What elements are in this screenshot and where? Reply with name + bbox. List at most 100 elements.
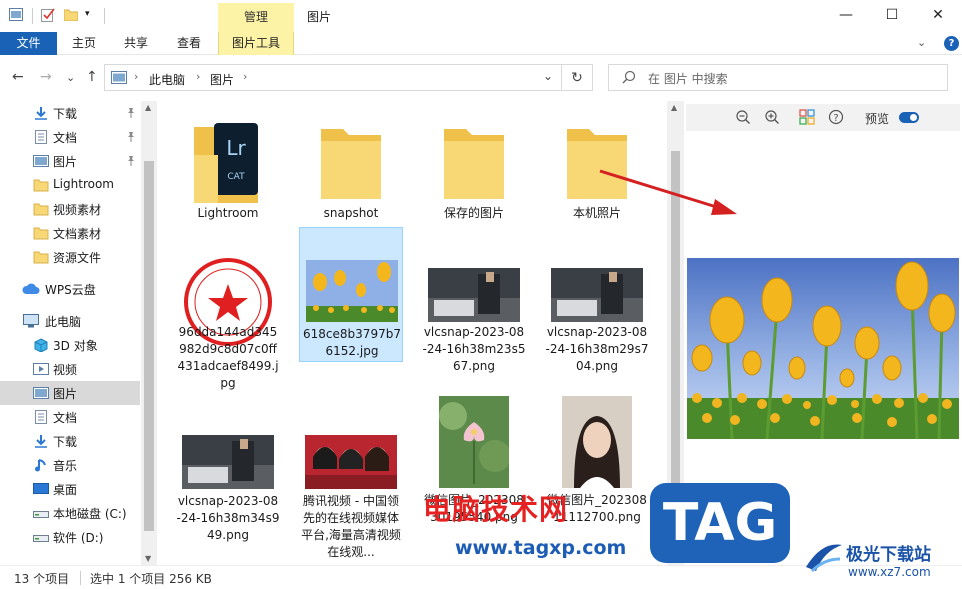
lightroom-folder-icon: Lr CAT (192, 115, 264, 205)
sidebar-item-label: 图片 (53, 387, 78, 401)
sidebar-scrollbar[interactable]: ▲ ▼ (141, 101, 157, 565)
refresh-button[interactable]: ↻ (562, 64, 593, 91)
tab-share[interactable]: 共享 (116, 32, 156, 55)
file-item[interactable]: vlcsnap-2023-08-24-16h38m34s949.png (176, 396, 280, 565)
ribbon-expand-icon[interactable]: ⌄ (917, 36, 926, 49)
preview-toggle[interactable] (899, 112, 919, 123)
sidebar-item-label: 文档素材 (53, 227, 102, 241)
window-title: 图片 (307, 10, 332, 24)
sidebar-item-label: WPS云盘 (45, 283, 96, 297)
address-bar[interactable]: › 此电脑 › 图片 › ⌄ (104, 64, 562, 91)
preview-help-icon[interactable]: ? (827, 109, 845, 127)
sidebar-item[interactable]: 下载 (0, 101, 140, 125)
ribbon-tabs: 文件 主页 共享 查看 图片工具 ⌄ ? (0, 32, 962, 55)
file-list: Lr CAT Lightroom snapshot 保存的图片 本机照片 96dda144a… (157, 101, 667, 565)
file-item[interactable]: 保存的图片 (422, 101, 526, 226)
address-dropdown-icon[interactable]: ⌄ (543, 69, 553, 83)
file-item[interactable]: snapshot (299, 101, 403, 226)
sidebar-item[interactable]: 软件 (D:) (0, 525, 140, 549)
navigation-pane: 下载 文档 图片 Lightroom 视频素材 文档素材 资源文件 WPS云盘 此电脑 3D 对象… (0, 101, 157, 565)
file-item[interactable]: 618ce8b3797b76152.jpg (299, 227, 403, 362)
sidebar-item-label: 视频 (53, 363, 78, 377)
file-item[interactable]: 96dda144ad345982d9c8d07c0ff431adcaef8499… (176, 226, 280, 396)
sidebar-scroll-thumb[interactable] (144, 161, 154, 531)
watermark-site-name: 电脑技术网 (423, 493, 569, 526)
video-icon (33, 362, 49, 376)
tab-view[interactable]: 查看 (169, 32, 209, 55)
video-frame-thumbnail (428, 268, 520, 322)
zoom-in-icon[interactable] (763, 109, 781, 127)
status-selection: 选中 1 个项目 256 KB (90, 572, 212, 586)
people-thumbnail (305, 435, 397, 489)
maximize-button[interactable]: ☐ (869, 0, 915, 30)
sidebar-item[interactable]: 视频素材 (0, 197, 140, 221)
watermark-logo-url: www.xz7.com (848, 565, 931, 579)
pictures-icon (33, 154, 49, 168)
svg-text:?: ? (833, 113, 838, 124)
sidebar-item[interactable]: WPS云盘 (0, 277, 140, 301)
sidebar-item-label: 本地磁盘 (C:) (53, 507, 127, 521)
folder-icon (319, 119, 383, 201)
file-item[interactable]: Lr CAT Lightroom (176, 101, 280, 226)
video-frame-thumbnail (182, 435, 274, 489)
sidebar-item[interactable]: 桌面 (0, 477, 140, 501)
sidebar-item[interactable]: 本地磁盘 (C:) (0, 501, 140, 525)
file-name: vlcsnap-2023-08-24-16h38m29s704.png (545, 325, 649, 373)
file-name: 96dda144ad345982d9c8d07c0ff431adcaef8499… (177, 325, 279, 390)
tab-file[interactable]: 文件 (0, 32, 57, 55)
up-arrow-icon[interactable]: ↑ (86, 69, 98, 85)
cloud-icon (22, 282, 40, 296)
sidebar-item[interactable]: Lightroom (0, 173, 140, 197)
back-arrow-icon[interactable]: ← (12, 69, 24, 85)
sidebar-item[interactable]: 图片 (0, 149, 140, 173)
tulips-thumbnail (306, 260, 398, 322)
drive-icon (33, 530, 49, 544)
sidebar-item-label: 软件 (D:) (53, 531, 104, 545)
help-icon[interactable]: ? (944, 36, 959, 51)
new-folder-icon[interactable] (63, 8, 79, 22)
sidebar-item[interactable]: 文档 (0, 405, 140, 429)
breadcrumb-this-pc[interactable]: 此电脑 (149, 71, 185, 88)
svg-text:CAT: CAT (227, 172, 245, 182)
sidebar-item[interactable]: 此电脑 (0, 309, 140, 333)
minimize-button[interactable]: — (823, 0, 869, 30)
sidebar-item[interactable]: 音乐 (0, 453, 140, 477)
context-tab-manage[interactable]: 管理 (218, 3, 294, 32)
breadcrumb-separator: › (134, 70, 139, 83)
pin-icon (126, 107, 136, 121)
file-name: 腾讯视频 - 中国领先的在线视频媒体平台,海量高清视频在线观... (301, 494, 401, 559)
tab-picture-tools[interactable]: 图片工具 (218, 32, 294, 55)
pictures-location-icon (111, 71, 127, 87)
cube-3d-icon (33, 338, 49, 353)
sidebar-item[interactable]: 资源文件 (0, 245, 140, 269)
folder-icon (33, 250, 49, 264)
status-item-count: 13 个项目 (14, 572, 70, 586)
search-box[interactable]: 在 图片 中搜索 (608, 64, 948, 91)
quick-access-dropdown-icon[interactable]: ▾ (85, 9, 99, 22)
drive-icon (33, 506, 49, 520)
zoom-out-icon[interactable] (734, 109, 752, 127)
sidebar-item[interactable]: 3D 对象 (0, 333, 140, 357)
file-name: vlcsnap-2023-08-24-16h38m34s949.png (176, 494, 280, 542)
folder-icon (442, 119, 506, 201)
file-item[interactable]: vlcsnap-2023-08-24-16h38m29s704.png (545, 226, 649, 396)
download-arrow-icon (33, 434, 49, 448)
document-icon (33, 130, 49, 144)
file-item[interactable]: vlcsnap-2023-08-24-16h38m23s567.png (422, 226, 526, 396)
sidebar-item[interactable]: 下载 (0, 429, 140, 453)
file-item[interactable]: 腾讯视频 - 中国领先的在线视频媒体平台,海量高清视频在线观... (299, 396, 403, 565)
sidebar-item[interactable]: 视频 (0, 357, 140, 381)
sidebar-item[interactable]: 图片 (0, 381, 140, 405)
properties-check-icon[interactable] (41, 8, 55, 22)
video-frame-thumbnail (551, 268, 643, 322)
forward-arrow-icon[interactable]: → (40, 69, 52, 85)
close-button[interactable]: ✕ (915, 0, 961, 30)
tab-home[interactable]: 主页 (64, 32, 104, 55)
breadcrumb-pictures[interactable]: 图片 (210, 71, 234, 88)
watermark-url: www.tagxp.com (455, 537, 627, 559)
watermark-swoosh-icon (806, 544, 842, 573)
recent-locations-icon[interactable]: ⌄ (66, 71, 75, 84)
apps-grid-icon[interactable] (798, 109, 816, 127)
sidebar-item[interactable]: 文档素材 (0, 221, 140, 245)
sidebar-item[interactable]: 文档 (0, 125, 140, 149)
